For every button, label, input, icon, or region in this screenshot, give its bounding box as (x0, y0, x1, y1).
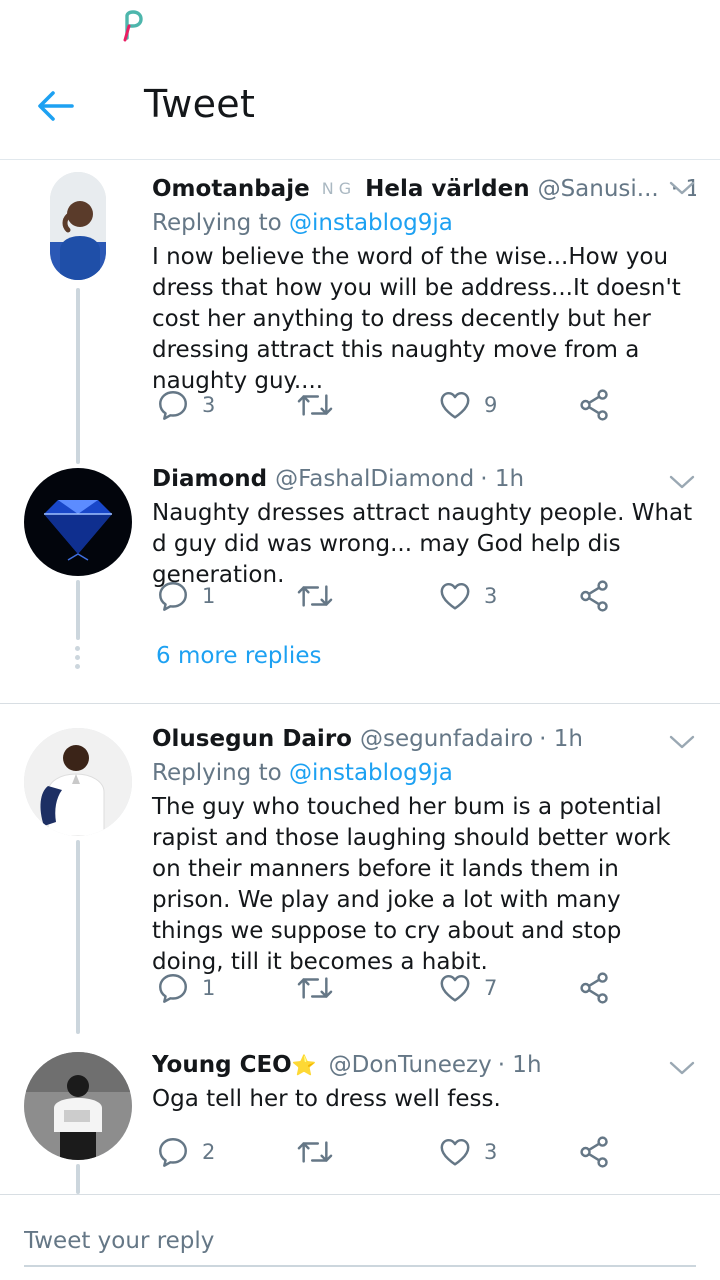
reply-button[interactable]: 1 (156, 966, 215, 1010)
handle[interactable]: @DonTuneezy (329, 1048, 492, 1082)
tweet-young-ceo[interactable]: Young CEO ⭐ @DonTuneezy · 1h Oga tell he… (0, 1034, 720, 1194)
thread-line (76, 840, 80, 1034)
timestamp: · 1h (497, 1052, 542, 1078)
avatar[interactable] (50, 172, 106, 280)
share-icon (578, 579, 612, 613)
reply-count: 2 (202, 1140, 216, 1164)
chevron-down-icon[interactable] (668, 178, 696, 198)
heart-icon (438, 1135, 472, 1169)
like-button[interactable]: 9 (438, 383, 497, 427)
page-title: Tweet (144, 82, 256, 126)
heart-icon (438, 579, 472, 613)
display-name[interactable]: Olusegun Dairo (152, 722, 352, 756)
replying-to-label: Replying to (152, 760, 282, 786)
thread-line (76, 288, 80, 464)
share-icon (578, 388, 612, 422)
reply-button[interactable]: 1 (156, 574, 215, 618)
reply-composer (0, 1194, 720, 1280)
star-emoji-icon: ⭐ (291, 1053, 317, 1077)
like-count: 3 (484, 1140, 498, 1164)
share-button[interactable] (578, 383, 612, 427)
app-bar: Tweet (0, 52, 720, 160)
reply-icon (156, 1135, 190, 1169)
pinterest-p-icon (123, 10, 143, 42)
like-button[interactable]: 3 (438, 574, 497, 618)
tweet-text: The guy who touched her bum is a potenti… (152, 794, 671, 975)
tweet-actions: 1 7 (152, 966, 632, 1010)
timestamp: · 1h (480, 466, 525, 492)
reply-icon (156, 971, 190, 1005)
status-bar (0, 0, 720, 52)
avatar[interactable] (24, 728, 132, 836)
tweet-diamond[interactable]: Diamond @FashalDiamond · 1h Naughty dres… (0, 450, 720, 640)
tweet-olusegun-dairo[interactable]: Olusegun Dairo @segunfadairo · 1h Replyi… (0, 704, 720, 1034)
avatar[interactable] (24, 1052, 132, 1160)
replying-to-mention[interactable]: @instablog9ja (289, 760, 453, 786)
like-button[interactable]: 3 (438, 1130, 497, 1174)
avatar[interactable] (24, 468, 132, 576)
replying-to: Replying to @instablog9ja (152, 206, 696, 240)
share-button[interactable] (578, 966, 612, 1010)
reply-input-underline (24, 1265, 696, 1267)
retweet-button[interactable] (296, 1130, 334, 1174)
name-badges: N G (321, 179, 352, 198)
tweet-actions: 3 9 (152, 383, 632, 427)
tweet-text: Oga tell her to dress well fess. (152, 1086, 501, 1112)
tweet-omotanbaje[interactable]: Omotanbaje N G Hela världen @Sanusi... ·… (0, 160, 720, 464)
display-name[interactable]: Young CEO (152, 1048, 292, 1082)
more-replies-link[interactable]: 6 more replies (156, 643, 321, 669)
thread-line (76, 1164, 80, 1194)
replying-to: Replying to @instablog9ja (152, 756, 696, 790)
handle[interactable]: @FashalDiamond (275, 462, 474, 496)
thread-line (76, 580, 80, 640)
back-button[interactable] (28, 82, 84, 130)
reply-input[interactable] (24, 1221, 696, 1261)
share-button[interactable] (578, 1130, 612, 1174)
thread-dots (74, 646, 82, 673)
reply-count: 1 (202, 976, 216, 1000)
retweet-button[interactable] (296, 383, 334, 427)
display-name[interactable]: Omotanbaje (152, 172, 310, 206)
tweet-text: I now believe the word of the wise...How… (152, 244, 681, 394)
arrow-left-icon (38, 91, 74, 121)
reply-icon (156, 388, 190, 422)
retweet-icon (296, 971, 334, 1005)
reply-count: 3 (202, 393, 216, 417)
tweet-actions: 1 3 (152, 574, 632, 618)
heart-icon (438, 388, 472, 422)
chevron-down-icon[interactable] (668, 472, 696, 492)
chevron-down-icon[interactable] (668, 1058, 696, 1078)
like-count: 7 (484, 976, 498, 1000)
display-name[interactable]: Diamond (152, 462, 267, 496)
like-count: 3 (484, 584, 498, 608)
retweet-button[interactable] (296, 574, 334, 618)
retweet-icon (296, 1135, 334, 1169)
timestamp: · 1h (539, 726, 583, 752)
display-name-suffix: Hela världen (365, 176, 530, 202)
replying-to-mention[interactable]: @instablog9ja (289, 210, 453, 236)
handle[interactable]: @Sanusi... (538, 172, 659, 206)
tweet-actions: 2 3 (152, 1130, 632, 1174)
reply-button[interactable]: 2 (156, 1130, 215, 1174)
like-count: 9 (484, 393, 498, 417)
reply-count: 1 (202, 584, 216, 608)
share-icon (578, 971, 612, 1005)
retweet-icon (296, 579, 334, 613)
share-icon (578, 1135, 612, 1169)
like-button[interactable]: 7 (438, 966, 497, 1010)
handle[interactable]: @segunfadairo (360, 722, 533, 756)
share-button[interactable] (578, 574, 612, 618)
retweet-button[interactable] (296, 966, 334, 1010)
heart-icon (438, 971, 472, 1005)
reply-button[interactable]: 3 (156, 383, 215, 427)
chevron-down-icon[interactable] (668, 732, 696, 752)
replying-to-label: Replying to (152, 210, 282, 236)
retweet-icon (296, 388, 334, 422)
reply-icon (156, 579, 190, 613)
